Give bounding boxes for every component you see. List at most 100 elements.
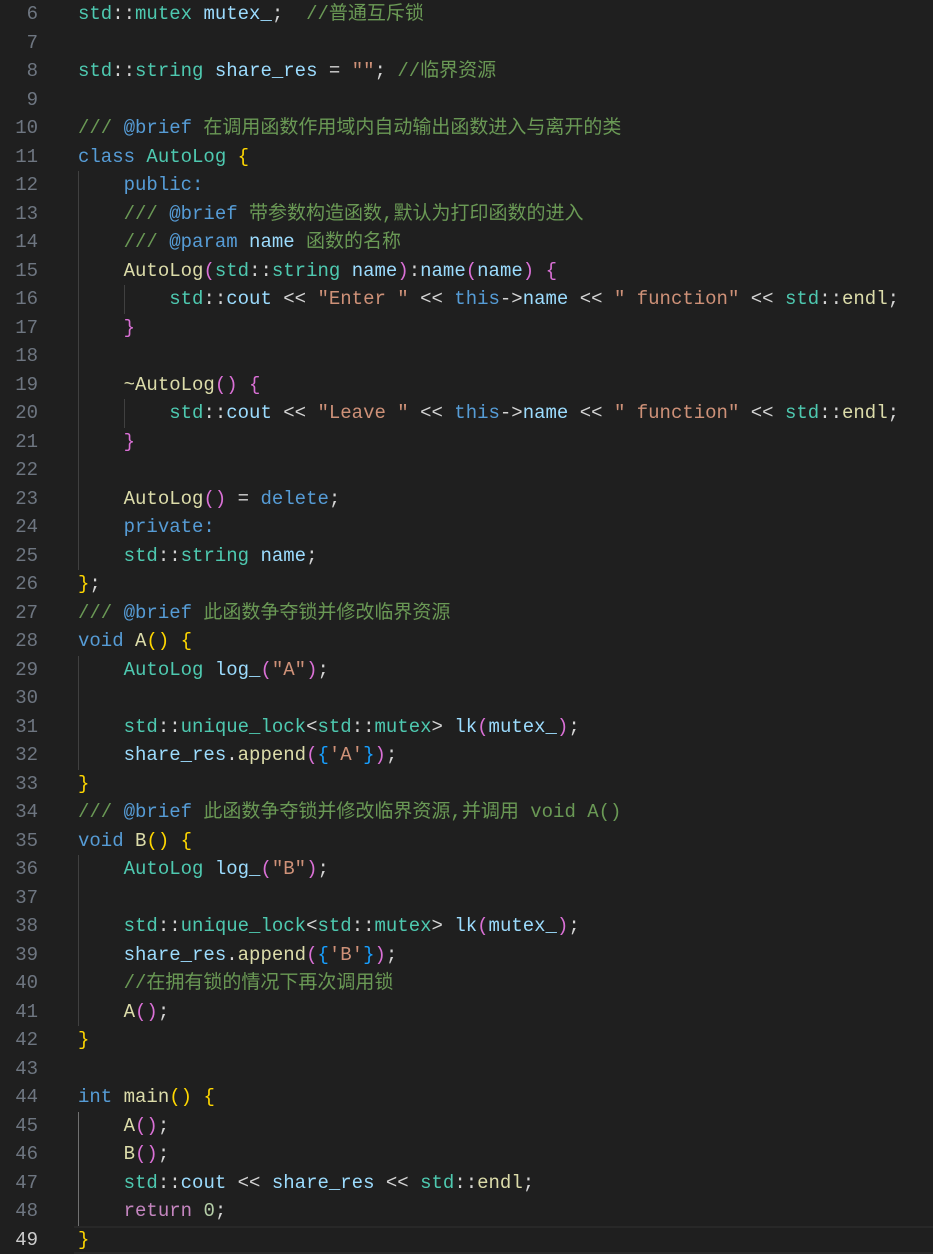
- code-line[interactable]: 6 std::mutex mutex_; //普通互斥锁: [0, 0, 933, 29]
- code-line[interactable]: 11 class AutoLog {: [0, 143, 933, 172]
- code-token: }: [78, 772, 90, 795]
- code-line[interactable]: 35 void B() {: [0, 827, 933, 856]
- code-line[interactable]: 17 }: [0, 313, 933, 342]
- code-editor[interactable]: 6 std::mutex mutex_; //普通互斥锁 7 8 std::string…: [0, 0, 933, 1254]
- code-token: 此函数争夺锁并修改临界资源: [192, 601, 451, 624]
- code-line[interactable]: 14 /// @param name 函数的名称: [0, 228, 933, 257]
- code-line[interactable]: 42}: [0, 1026, 933, 1055]
- code-text: }: [78, 770, 89, 799]
- code-token: //普通互斥锁: [306, 3, 424, 25]
- code-line[interactable]: 28 void A() {: [0, 627, 933, 656]
- code-line[interactable]: 15 AutoLog(std::string name):name(name) …: [0, 256, 933, 285]
- code-line[interactable]: 36 AutoLog log_("B");: [0, 855, 933, 884]
- code-token: ::: [157, 544, 181, 567]
- line-number: 45: [15, 1114, 38, 1137]
- code-token: >: [431, 915, 455, 937]
- code-text: B();: [78, 1140, 170, 1169]
- code-line[interactable]: 32 share_res.append({'A'});: [0, 741, 933, 770]
- code-line[interactable]: 34 /// @brief 此函数争夺锁并修改临界资源,并调用 void A(): [0, 798, 933, 827]
- code-token: A: [135, 630, 147, 652]
- code-token: share_res: [271, 1171, 375, 1194]
- code-line[interactable]: 13 /// @brief 带参数构造函数,默认为打印函数的进入: [0, 199, 933, 228]
- code-token: =: [317, 60, 352, 82]
- code-token: unique_lock: [180, 915, 307, 937]
- code-line[interactable]: 22: [0, 456, 933, 485]
- code-token: @brief: [123, 117, 193, 139]
- code-line[interactable]: 33}: [0, 770, 933, 799]
- code-line[interactable]: 41 A();: [0, 997, 933, 1026]
- line-number: 43: [15, 1057, 38, 1080]
- code-token: ;: [887, 402, 900, 424]
- code-token: name: [420, 259, 466, 282]
- code-line[interactable]: 40 //在拥有锁的情况下再次调用锁: [0, 969, 933, 998]
- code-line[interactable]: 46 B();: [0, 1140, 933, 1169]
- code-token: std: [169, 288, 204, 310]
- code-token: (: [260, 658, 272, 681]
- code-line[interactable]: 8 std::string share_res = ""; //临界资源: [0, 57, 933, 86]
- code-text: class AutoLog {: [78, 143, 249, 172]
- code-token: }: [123, 316, 136, 339]
- code-token: delete: [260, 487, 329, 510]
- code-line[interactable]: 38 std::unique_lock<std::mutex> lk(mutex…: [0, 912, 933, 941]
- code-line[interactable]: 29 AutoLog log_("A");: [0, 655, 933, 684]
- code-token: int: [78, 1086, 113, 1108]
- line-number: 48: [15, 1200, 38, 1222]
- code-line[interactable]: 20 std::cout << "Leave " << this->name <…: [0, 399, 933, 428]
- code-line[interactable]: 43: [0, 1055, 933, 1084]
- code-text: void A() {: [78, 627, 192, 656]
- code-token: ;: [89, 573, 101, 595]
- code-token: ->: [499, 288, 523, 310]
- code-line[interactable]: 44 int main() {: [0, 1083, 933, 1112]
- code-line[interactable]: 45 A();: [0, 1111, 933, 1140]
- code-line[interactable]: 23 AutoLog() = delete;: [0, 484, 933, 513]
- indent-guide: [78, 883, 79, 912]
- code-token: {: [237, 145, 250, 168]
- code-token: name: [522, 288, 569, 310]
- code-line[interactable]: 7: [0, 29, 933, 58]
- code-line[interactable]: 16 std::cout << "Enter " << this->name <…: [0, 285, 933, 314]
- code-line[interactable]: 26};: [0, 570, 933, 599]
- line-number: 18: [15, 345, 38, 367]
- code-text: std::cout << "Leave " << this->name << "…: [78, 399, 899, 428]
- code-line[interactable]: 19 ~AutoLog() {: [0, 370, 933, 399]
- code-token: std: [123, 1171, 158, 1194]
- code-token: (: [477, 915, 489, 937]
- code-token: ::: [351, 715, 375, 738]
- code-token: "": [351, 60, 375, 82]
- code-line[interactable]: 24 private:: [0, 513, 933, 542]
- line-number: 12: [15, 174, 38, 196]
- code-line[interactable]: 48 return 0;: [0, 1197, 933, 1226]
- code-token: share_res: [123, 943, 227, 966]
- code-line[interactable]: 21 }: [0, 427, 933, 456]
- code-line[interactable]: 49}: [0, 1225, 933, 1254]
- code-line[interactable]: 27 /// @brief 此函数争夺锁并修改临界资源: [0, 599, 933, 628]
- code-line[interactable]: 37: [0, 883, 933, 912]
- line-number: 37: [15, 886, 38, 909]
- code-token: ): [374, 943, 386, 966]
- code-line[interactable]: 47 std::cout << share_res << std::endl;: [0, 1168, 933, 1197]
- code-token: A: [123, 1114, 136, 1137]
- line-number: 10: [15, 117, 38, 139]
- code-token: }: [78, 1029, 90, 1051]
- code-line[interactable]: 30: [0, 684, 933, 713]
- code-line[interactable]: 25 std::string name;: [0, 541, 933, 570]
- code-line[interactable]: 31 std::unique_lock<std::mutex> lk(mutex…: [0, 712, 933, 741]
- line-number: 11: [15, 145, 38, 168]
- code-token: mutex_: [203, 3, 272, 25]
- code-line[interactable]: 12 public:: [0, 171, 933, 200]
- code-token: B: [123, 1143, 136, 1165]
- code-token: log_: [214, 658, 261, 681]
- code-line[interactable]: 18: [0, 342, 933, 371]
- code-token: (): [135, 1000, 158, 1023]
- code-line[interactable]: 39 share_res.append({'B'});: [0, 940, 933, 969]
- code-token: ::: [157, 915, 181, 937]
- code-line[interactable]: 10 /// @brief 在调用函数作用域内自动输出函数进入与离开的类: [0, 114, 933, 143]
- code-token: .: [226, 744, 238, 766]
- code-line[interactable]: 9: [0, 86, 933, 115]
